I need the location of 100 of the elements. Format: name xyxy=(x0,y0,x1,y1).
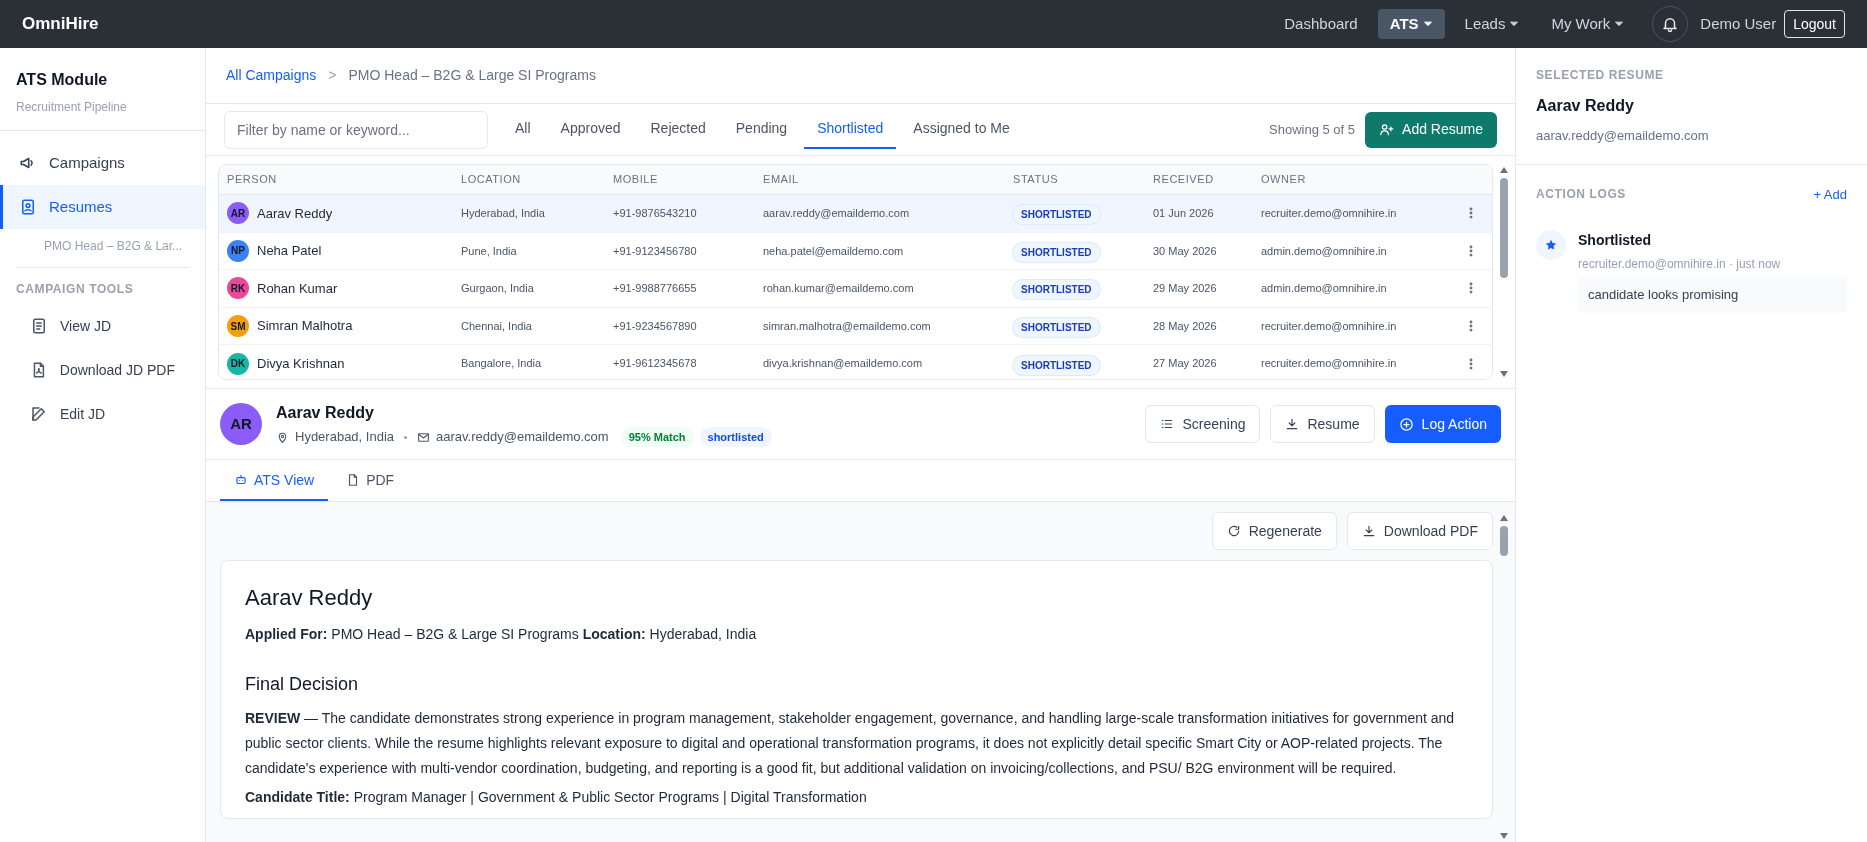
plus-circle-icon xyxy=(1398,416,1414,432)
table-cell-text: 28 May 2026 xyxy=(1153,318,1218,334)
table-row[interactable]: AR Aarav Reddy Hyderabad, India +91-9876543210 aarav.reddy@emaildemo.com SHORTLISTED 01 Jun 2026 recruiter.demo@omnihire.in xyxy=(219,195,1492,233)
result-count: Showing 5 of 5 xyxy=(1269,120,1356,139)
add-resume-button[interactable]: Add Resume xyxy=(1365,111,1497,148)
add-log-link[interactable]: + Add xyxy=(1813,184,1847,204)
scrollbar-thumb[interactable] xyxy=(1500,178,1508,278)
table-cell-text: simran.malhotra@emaildemo.com xyxy=(763,318,932,334)
person-name: Neha Patel xyxy=(257,242,322,261)
column-header: STATUS xyxy=(1013,172,1060,188)
sidebar-title: ATS Module xyxy=(16,70,109,90)
filter-tab[interactable]: Shortlisted xyxy=(804,110,897,149)
section-heading: CAMPAIGN TOOLS xyxy=(15,281,135,298)
scrollbar-thumb[interactable] xyxy=(1500,526,1508,556)
avatar: AR xyxy=(220,403,262,445)
refresh-icon xyxy=(1226,524,1241,538)
selected-email: aarav.reddy@emaildemo.com xyxy=(1536,127,1710,145)
sidebar-subtitle: Recruitment Pipeline xyxy=(16,99,128,116)
filter-input[interactable]: Filter by name or keyword... xyxy=(224,110,488,149)
table-cell-text: Pune, India xyxy=(461,243,518,259)
table-cell-text: Bangalore, India xyxy=(461,356,543,372)
person-name: Divya Krishnan xyxy=(257,354,345,373)
candidate-location: Hyderabad, India xyxy=(295,428,394,447)
candidate-title: Candidate Title: Program Manager | Government & Public Sector Programs | Digital Transformation xyxy=(245,788,868,807)
breadcrumb-separator: > xyxy=(328,66,337,85)
table-cell-text: 30 May 2026 xyxy=(1153,243,1218,259)
candidate-name: Aarav Reddy xyxy=(276,402,375,423)
log-meta: recruiter.demo@omnihire.in · just now xyxy=(1578,256,1782,273)
avatar: DK xyxy=(227,352,249,375)
table-cell-text: recruiter.demo@omnihire.in xyxy=(1261,318,1398,334)
match-badge: 95% Match xyxy=(620,426,694,448)
breadcrumb-current: PMO Head – B2G & Large SI Programs xyxy=(348,66,596,85)
nav-link[interactable]: My Work xyxy=(1539,9,1637,39)
star-icon xyxy=(1544,238,1558,252)
section-heading: ACTION LOGS xyxy=(1536,186,1626,204)
person-name: Rohan Kumar xyxy=(257,279,338,298)
section-heading: SELECTED RESUME xyxy=(1536,67,1665,84)
download-icon xyxy=(1285,417,1300,431)
column-header: LOCATION xyxy=(461,172,522,188)
table-cell-text: admin.demo@omnihire.in xyxy=(1261,281,1388,297)
sidebar-tool[interactable]: View JD xyxy=(0,304,205,348)
table-cell-text: admin.demo@omnihire.in xyxy=(1261,243,1388,259)
add-user-icon xyxy=(1379,122,1395,137)
scroll-up-icon xyxy=(1499,514,1509,522)
section-heading: Final Decision xyxy=(245,673,360,696)
column-header: PERSON xyxy=(227,172,278,188)
sidebar-item[interactable]: Resumes xyxy=(0,185,205,229)
table-cell-text: +91-9876543210 xyxy=(613,206,698,222)
regenerate-button[interactable]: Regenerate xyxy=(1211,512,1337,550)
breadcrumb-link[interactable]: All Campaigns xyxy=(226,65,317,86)
download-icon xyxy=(1361,524,1376,538)
screening-button[interactable]: Screening xyxy=(1145,405,1261,443)
person-name: Aarav Reddy xyxy=(257,204,333,223)
log-title: Shortlisted xyxy=(1578,231,1653,250)
avatar: SM xyxy=(227,315,249,338)
filter-tab[interactable]: Pending xyxy=(722,110,801,149)
column-header: EMAIL xyxy=(763,172,800,188)
table-cell-text: Hyderabad, India xyxy=(461,206,546,222)
person-name: Simran Malhotra xyxy=(257,317,353,336)
status-badge: SHORTLISTED xyxy=(1013,205,1100,225)
robot-icon xyxy=(234,473,248,487)
table-cell-text: Gurgaon, India xyxy=(461,281,535,297)
view-tab[interactable]: PDF xyxy=(332,461,409,501)
filter-tab[interactable]: Rejected xyxy=(637,110,719,149)
edit-icon xyxy=(30,405,48,423)
download-pdf-button[interactable]: Download PDF xyxy=(1346,512,1493,550)
table-cell-text: rohan.kumar@emaildemo.com xyxy=(763,281,915,297)
list-icon xyxy=(1160,417,1175,431)
status-badge: SHORTLISTED xyxy=(1013,242,1100,262)
scroll-down-icon xyxy=(1499,832,1509,840)
log-action-button[interactable]: Log Action xyxy=(1384,405,1501,443)
filter-tab[interactable]: Assigned to Me xyxy=(900,110,1023,149)
status-badge: SHORTLISTED xyxy=(1013,355,1100,375)
log-note: candidate looks promising xyxy=(1578,277,1847,313)
id-card-icon xyxy=(19,198,37,216)
sidebar-item[interactable]: Campaigns xyxy=(0,141,205,185)
filter-tab[interactable]: Approved xyxy=(547,110,634,149)
selected-name: Aarav Reddy xyxy=(1536,96,1635,116)
sidebar-tool[interactable]: Edit JD xyxy=(0,392,205,436)
status-badge: shortlisted xyxy=(699,426,772,448)
avatar: NP xyxy=(227,239,249,262)
table-cell-text: neha.patel@emaildemo.com xyxy=(763,243,905,259)
table-cell-text: aarav.reddy@emaildemo.com xyxy=(763,206,911,222)
resume-name: Aarav Reddy xyxy=(245,584,374,612)
brand-logo[interactable]: OmniHire xyxy=(22,11,99,37)
candidate-email: aarav.reddy@emaildemo.com xyxy=(436,428,609,447)
table-cell-text: +91-9612345678 xyxy=(613,356,698,372)
nav-link[interactable]: ATS xyxy=(1377,9,1445,39)
nav-link[interactable]: Leads xyxy=(1452,9,1532,39)
table-cell-text: +91-9123456780 xyxy=(613,243,698,259)
nav-link[interactable]: Dashboard xyxy=(1272,9,1370,39)
table-cell-text: divya.krishnan@emaildemo.com xyxy=(763,356,924,372)
status-badge: SHORTLISTED xyxy=(1013,318,1100,338)
sidebar-tool[interactable]: Download JD PDF xyxy=(0,348,205,392)
column-header: OWNER xyxy=(1261,172,1307,188)
table-cell-text: Chennai, India xyxy=(461,318,533,334)
logout-button[interactable]: Logout xyxy=(1784,10,1845,38)
table-cell-text: recruiter.demo@omnihire.in xyxy=(1261,206,1398,222)
filter-tab[interactable]: All xyxy=(502,110,544,149)
resume-button[interactable]: Resume xyxy=(1270,405,1375,443)
